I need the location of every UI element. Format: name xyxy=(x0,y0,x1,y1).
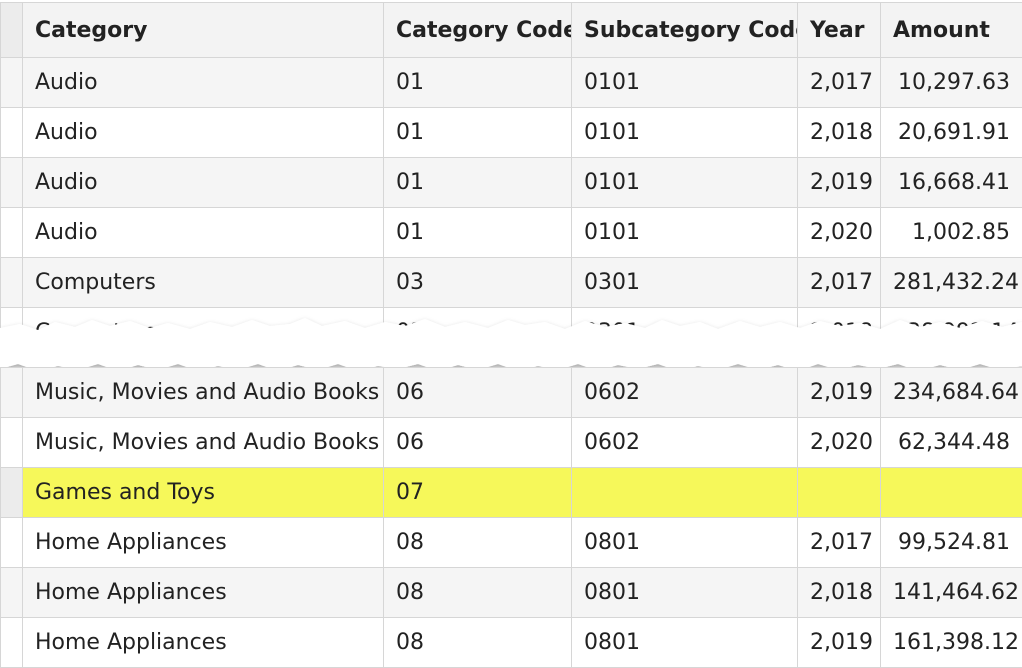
cell-year[interactable]: 2,020 xyxy=(798,208,881,258)
table-row[interactable]: Audio0101012,0201,002.85 xyxy=(1,208,1022,258)
cell-year[interactable]: 2,020 xyxy=(798,418,881,468)
cell-category-code[interactable]: 01 xyxy=(384,208,572,258)
data-grid-bottom: Music, Movies and Audio Books0606022,019… xyxy=(0,367,1022,668)
cell-category[interactable]: Games and Toys xyxy=(23,468,384,518)
cell-year[interactable]: 2,018 xyxy=(798,108,881,158)
cell-subcategory-code[interactable]: 0602 xyxy=(572,418,798,468)
cell-year[interactable]: 2,019 xyxy=(798,368,881,418)
row-selector[interactable] xyxy=(1,108,23,158)
cell-amount[interactable]: 141,464.62 xyxy=(881,568,1022,618)
table-row[interactable]: Music, Movies and Audio Books0606022,020… xyxy=(1,418,1022,468)
row-selector[interactable] xyxy=(1,518,23,568)
row-selector[interactable] xyxy=(1,418,23,468)
row-selector-header[interactable] xyxy=(1,3,23,58)
row-selector[interactable] xyxy=(1,618,23,668)
cell-category-code[interactable]: 07 xyxy=(384,468,572,518)
row-selector[interactable] xyxy=(1,58,23,108)
cell-subcategory-code[interactable]: 0101 xyxy=(572,158,798,208)
cell-year[interactable]: 2,019 xyxy=(798,158,881,208)
row-selector[interactable] xyxy=(1,208,23,258)
table-row[interactable]: Home Appliances0808012,01799,524.81 xyxy=(1,518,1022,568)
cell-category[interactable]: Home Appliances xyxy=(23,518,384,568)
cell-category[interactable]: Audio xyxy=(23,158,384,208)
column-header-category-code[interactable]: Category Code xyxy=(384,3,572,58)
cell-category[interactable]: Audio xyxy=(23,58,384,108)
cell-amount[interactable]: 1,002.85 xyxy=(881,208,1022,258)
cell-category[interactable]: Music, Movies and Audio Books xyxy=(23,368,384,418)
cell-category-code[interactable]: 06 xyxy=(384,368,572,418)
cell-category-code[interactable]: 08 xyxy=(384,568,572,618)
cell-year[interactable]: 2,019 xyxy=(798,618,881,668)
table-row[interactable]: Games and Toys07 xyxy=(1,468,1022,518)
cell-category[interactable]: Audio xyxy=(23,208,384,258)
cell-year[interactable] xyxy=(798,468,881,518)
cell-subcategory-code[interactable]: 0801 xyxy=(572,518,798,568)
table-row[interactable]: Music, Movies and Audio Books0606022,019… xyxy=(1,368,1022,418)
cell-subcategory-code[interactable]: 0101 xyxy=(572,208,798,258)
cell-subcategory-code[interactable]: 0101 xyxy=(572,108,798,158)
cell-subcategory-code[interactable]: 0801 xyxy=(572,568,798,618)
table-row[interactable]: Home Appliances0808012,018141,464.62 xyxy=(1,568,1022,618)
table-row[interactable]: Audio0101012,01916,668.41 xyxy=(1,158,1022,208)
table-row[interactable]: Audio0101012,01710,297.63 xyxy=(1,58,1022,108)
row-selector[interactable] xyxy=(1,368,23,418)
column-header-year[interactable]: Year xyxy=(798,3,881,58)
cell-subcategory-code[interactable]: 0602 xyxy=(572,368,798,418)
cell-amount[interactable]: 161,398.12 xyxy=(881,618,1022,668)
cell-subcategory-code[interactable]: 0101 xyxy=(572,58,798,108)
row-selector[interactable] xyxy=(1,468,23,518)
cell-category-code[interactable]: 01 xyxy=(384,158,572,208)
row-selector[interactable] xyxy=(1,568,23,618)
row-selector[interactable] xyxy=(1,158,23,208)
cell-category-code[interactable]: 01 xyxy=(384,108,572,158)
column-header-category[interactable]: Category xyxy=(23,3,384,58)
cell-amount[interactable]: 62,344.48 xyxy=(881,418,1022,468)
column-header-subcategory-code[interactable]: Subcategory Code xyxy=(572,3,798,58)
cell-category-code[interactable]: 08 xyxy=(384,518,572,568)
cell-category[interactable]: Audio xyxy=(23,108,384,158)
cell-category-code[interactable]: 06 xyxy=(384,418,572,468)
table-row[interactable]: Home Appliances0808012,019161,398.12 xyxy=(1,618,1022,668)
cell-amount[interactable]: 16,668.41 xyxy=(881,158,1022,208)
cell-amount[interactable]: 99,524.81 xyxy=(881,518,1022,568)
cell-amount[interactable]: 234,684.64 xyxy=(881,368,1022,418)
cell-year[interactable]: 2,017 xyxy=(798,58,881,108)
cell-amount[interactable]: 10,297.63 xyxy=(881,58,1022,108)
cell-year[interactable]: 2,018 xyxy=(798,568,881,618)
grid-body-bottom: Music, Movies and Audio Books0606022,019… xyxy=(1,368,1022,668)
cell-category[interactable]: Home Appliances xyxy=(23,568,384,618)
column-header-amount[interactable]: Amount xyxy=(881,3,1022,58)
cell-category-code[interactable]: 01 xyxy=(384,58,572,108)
cell-category-code[interactable]: 08 xyxy=(384,618,572,668)
table-row[interactable]: Audio0101012,01820,691.91 xyxy=(1,108,1022,158)
cell-amount[interactable] xyxy=(881,468,1022,518)
cell-subcategory-code[interactable] xyxy=(572,468,798,518)
cell-year[interactable]: 2,017 xyxy=(798,518,881,568)
header-row: Category Category Code Subcategory Code … xyxy=(1,3,1022,58)
cell-category[interactable]: Music, Movies and Audio Books xyxy=(23,418,384,468)
cell-category[interactable]: Home Appliances xyxy=(23,618,384,668)
cell-amount[interactable]: 20,691.91 xyxy=(881,108,1022,158)
cell-subcategory-code[interactable]: 0801 xyxy=(572,618,798,668)
